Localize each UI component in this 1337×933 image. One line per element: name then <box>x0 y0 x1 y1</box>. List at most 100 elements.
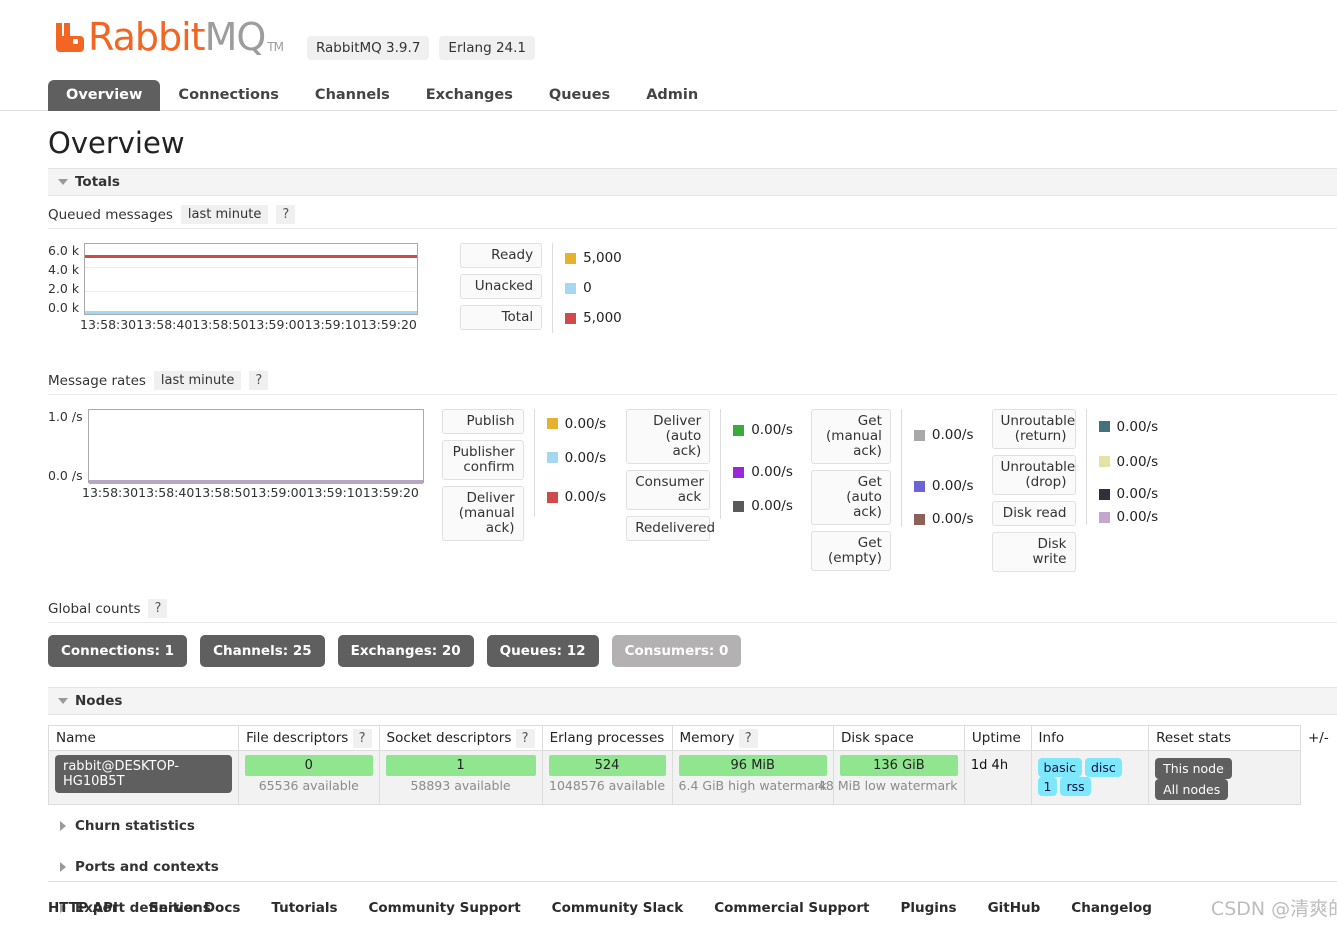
footer-link-community-slack[interactable]: Community Slack <box>552 900 684 916</box>
tab-queues[interactable]: Queues <box>531 80 628 111</box>
legend-swatch-deliver-manual-ack <box>546 491 558 503</box>
section-churn-statistics-label: Churn statistics <box>75 818 195 834</box>
y-tick-label: 1.0 /s <box>48 409 83 424</box>
count-badge-channels[interactable]: Channels: 25 <box>200 635 325 667</box>
legend-swatch-publisher-confirm <box>546 452 558 463</box>
legend-button-deliver-manual-ack[interactable]: Deliver (manual ack) <box>441 486 524 541</box>
file-descriptors-help-icon[interactable]: ? <box>352 729 372 748</box>
legend-value-text: 5,000 <box>583 250 622 266</box>
footer-link-tutorials[interactable]: Tutorials <box>271 900 337 916</box>
erlang-processes-value: 524 <box>548 755 666 776</box>
footer-link-community-support[interactable]: Community Support <box>369 900 521 916</box>
x-tick-label: 13:58:30 <box>82 485 139 500</box>
legend-button-redelivered[interactable]: Redelivered <box>626 516 715 541</box>
col-info[interactable]: Info <box>1030 725 1150 751</box>
legend-button-unroutable-drop[interactable]: Unroutable (drop) <box>991 455 1076 495</box>
legend-swatch-disk-write <box>1098 511 1110 523</box>
legend-button-consumer-ack[interactable]: Consumer ack <box>626 470 711 510</box>
legend-button-ready[interactable]: Ready <box>460 243 543 268</box>
footer-link-commercial-support[interactable]: Commercial Support <box>714 900 869 916</box>
legend-value-text: 0.00/s <box>564 449 607 466</box>
brand-logo[interactable]: RabbitMQ TM <box>56 15 284 59</box>
col-reset-stats[interactable]: Reset stats <box>1148 725 1301 751</box>
legend-value-text: 0.00/s <box>751 464 793 480</box>
section-churn-statistics[interactable]: Churn statistics <box>48 805 1337 846</box>
rates-legend-column-3: Get (manual ack) Get (auto ack) Get (emp… <box>810 409 974 577</box>
legend-button-get-empty[interactable]: Get (empty) <box>810 531 891 571</box>
queued-help-icon[interactable]: ? <box>276 205 296 224</box>
rates-help-icon[interactable]: ? <box>249 371 269 390</box>
footer-link-server-docs[interactable]: Server Docs <box>149 900 240 916</box>
logo-text-mq: MQ <box>204 15 267 59</box>
cell-node-name: rabbit@DESKTOP-HG10B5T <box>47 750 240 805</box>
message-rates-label: Message rates <box>48 372 146 389</box>
node-name-pill[interactable]: rabbit@DESKTOP-HG10B5T <box>55 755 233 793</box>
socket-descriptors-help-icon[interactable]: ? <box>515 729 535 748</box>
count-badge-consumers[interactable]: Consumers: 0 <box>611 635 742 667</box>
col-socket-descriptors[interactable]: Socket descriptors ? <box>378 725 543 751</box>
legend-button-publish[interactable]: Publish <box>441 409 524 434</box>
legend-value-text: 0.00/s <box>1116 418 1159 435</box>
section-nodes-header[interactable]: Nodes <box>48 687 1337 715</box>
legend-button-publisher-confirm[interactable]: Publisher confirm <box>441 440 524 480</box>
legend-button-get-auto-ack[interactable]: Get (auto ack) <box>810 470 891 525</box>
legend-button-disk-write[interactable]: Disk write <box>991 532 1076 572</box>
col-name[interactable]: Name <box>47 725 240 751</box>
global-counts-label: Global counts <box>48 600 141 617</box>
legend-button-unroutable-return[interactable]: Unroutable (return) <box>991 409 1076 449</box>
legend-button-disk-read[interactable]: Disk read <box>991 501 1076 526</box>
legend-button-total[interactable]: Total <box>460 305 543 330</box>
tab-connections[interactable]: Connections <box>160 80 297 111</box>
footer-link-github[interactable]: GitHub <box>988 900 1041 916</box>
legend-button-get-manual-ack[interactable]: Get (manual ack) <box>810 409 891 464</box>
col-erlang-processes[interactable]: Erlang processes <box>541 725 673 751</box>
info-badge-count[interactable]: 1 <box>1037 777 1058 796</box>
tab-overview[interactable]: Overview <box>48 80 161 111</box>
reset-stats-this-node-button[interactable]: This node <box>1155 758 1232 779</box>
footer-link-plugins[interactable]: Plugins <box>900 900 956 916</box>
chevron-down-icon <box>58 179 68 185</box>
info-badge-disc[interactable]: disc <box>1084 758 1122 777</box>
queued-messages-chart: 6.0 k 4.0 k 2.0 k 0.0 k 13:58:30 13:58:4… <box>48 243 419 332</box>
count-badge-connections[interactable]: Connections: 1 <box>48 635 188 667</box>
footer-link-http-api[interactable]: HTTP API <box>48 900 118 916</box>
table-header-row: Name File descriptors ? Socket descripto… <box>47 725 1337 751</box>
col-memory[interactable]: Memory ? <box>671 725 834 751</box>
queued-period-selector[interactable]: last minute <box>180 205 269 224</box>
count-badge-exchanges[interactable]: Exchanges: 20 <box>337 635 474 667</box>
rates-chart-y-axis: 1.0 /s 0.0 /s <box>48 409 88 483</box>
reset-stats-all-nodes-button[interactable]: All nodes <box>1155 779 1229 800</box>
rates-period-selector[interactable]: last minute <box>153 371 242 390</box>
tab-exchanges[interactable]: Exchanges <box>408 80 531 111</box>
tab-channels[interactable]: Channels <box>297 80 408 111</box>
legend-swatch-unroutable-drop <box>1098 456 1110 467</box>
global-counts-help-icon[interactable]: ? <box>148 599 168 618</box>
message-rates-chart: 1.0 /s 0.0 /s 13:58:30 13:58:40 13:58:50… <box>48 409 424 500</box>
rates-values-column-3: 0.00/s 0.00/s 0.00/s <box>900 409 974 527</box>
x-tick-label: 13:59:20 <box>360 317 417 332</box>
section-totals-header[interactable]: Totals <box>48 168 1337 196</box>
disk-space-note: 48 MiB low watermark <box>817 778 958 793</box>
col-plus-minus-toggle[interactable]: +/- <box>1300 725 1337 751</box>
series-line-unacked <box>85 311 418 314</box>
legend-value-text: 0.00/s <box>564 415 607 432</box>
info-badge-basic[interactable]: basic <box>1037 758 1082 777</box>
rabbitmq-version-badge: RabbitMQ 3.9.7 <box>306 36 430 60</box>
info-badge-rss[interactable]: rss <box>1060 777 1091 796</box>
count-badge-queues[interactable]: Queues: 12 <box>486 635 599 667</box>
chevron-down-icon <box>58 698 68 704</box>
col-file-descriptors[interactable]: File descriptors ? <box>238 725 380 751</box>
legend-swatch-total <box>565 312 577 324</box>
main-navigation: Overview Connections Channels Exchanges … <box>0 80 1337 111</box>
tab-admin[interactable]: Admin <box>628 80 716 111</box>
legend-button-unacked[interactable]: Unacked <box>460 274 543 299</box>
col-disk-space[interactable]: Disk space <box>832 725 965 751</box>
col-uptime[interactable]: Uptime <box>963 725 1032 751</box>
legend-value-text: 0.00/s <box>564 489 607 505</box>
legend-swatch-unroutable-return <box>1098 421 1110 432</box>
chevron-right-icon <box>60 862 66 872</box>
legend-value-get-auto-ack: 0.00/s <box>913 461 974 511</box>
memory-help-icon[interactable]: ? <box>738 729 758 748</box>
footer-link-changelog[interactable]: Changelog <box>1071 900 1152 916</box>
legend-button-deliver-auto-ack[interactable]: Deliver (auto ack) <box>626 409 711 464</box>
